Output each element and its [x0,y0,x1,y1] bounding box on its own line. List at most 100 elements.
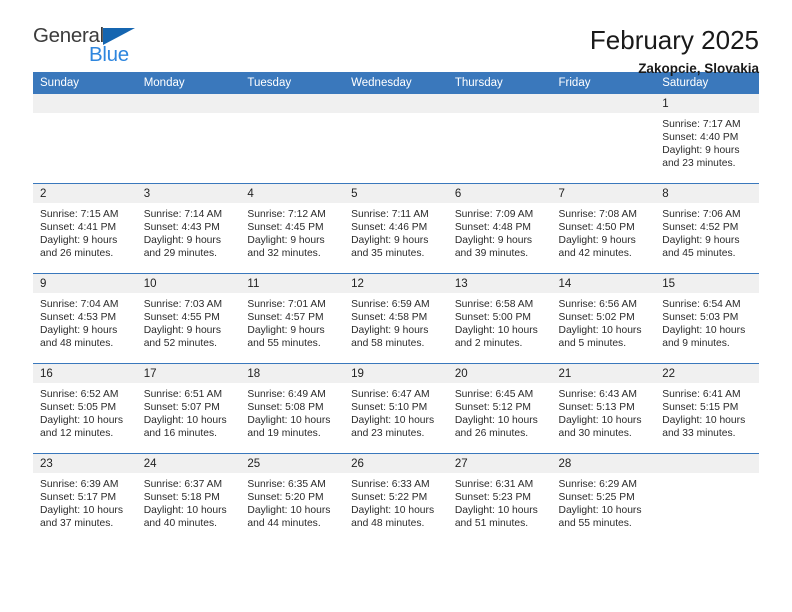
sunrise-text: Sunrise: 6:33 AM [351,479,430,490]
daylight-text: Daylight: 9 hours and 35 minutes. [351,235,429,260]
day-number: 24 [136,454,241,473]
sunset-text: Sunset: 5:12 PM [454,402,531,414]
sunset-text: Sunset: 5:17 PM [40,492,117,504]
day-details: Sunrise: 6:58 AM Sunset: 5:00 PM Daylight:… [448,293,552,350]
general-blue-logo[interactable]: General Blue [33,25,143,70]
sunrise-text: Sunrise: 6:54 AM [662,299,741,310]
sunset-text: Sunset: 5:23 PM [454,492,531,504]
calendar-day-cell[interactable]: 13 Sunrise: 6:58 AM Sunset: 5:00 PM Dayligh… [447,274,552,363]
calendar-day-cell-empty [655,454,759,543]
calendar-day-cell[interactable]: 15 Sunrise: 6:54 AM Sunset: 5:03 PM Dayligh… [655,274,759,363]
calendar-body: 1 Sunrise: 7:17 AM Sunset: 4:40 PM Daylight… [33,94,759,543]
daylight-text: Daylight: 10 hours and 5 minutes. [558,325,642,350]
calendar-day-cell[interactable]: 24 Sunrise: 6:37 AM Sunset: 5:18 PM Dayligh… [136,454,241,543]
sunset-text: Sunset: 5:25 PM [558,492,635,504]
weekday-header-wednesday: Wednesday [344,72,448,94]
calendar-day-cell[interactable]: 4 Sunrise: 7:12 AM Sunset: 4:45 PM Daylight… [240,184,345,273]
daylight-text: Daylight: 10 hours and 40 minutes. [143,505,227,530]
sunset-text: Sunset: 5:00 PM [454,312,531,324]
calendar-day-cell[interactable]: 23 Sunrise: 6:39 AM Sunset: 5:17 PM Dayligh… [33,454,137,543]
daylight-text: Daylight: 9 hours and 29 minutes. [143,235,221,260]
day-number: 4 [240,184,345,203]
daylight-text: Daylight: 9 hours and 42 minutes. [558,235,636,260]
day-details: Sunrise: 6:52 AM Sunset: 5:05 PM Daylight:… [33,383,137,440]
day-number: 13 [447,274,552,293]
sunrise-text: Sunrise: 7:12 AM [247,209,326,220]
day-number: 21 [551,364,656,383]
weekday-header-sunday: Sunday [33,72,137,94]
calendar-day-cell[interactable]: 1 Sunrise: 7:17 AM Sunset: 4:40 PM Daylight… [655,94,759,183]
sunrise-text: Sunrise: 6:51 AM [143,389,223,400]
sunrise-text: Sunrise: 6:39 AM [40,479,119,490]
day-number: 3 [136,184,241,203]
sunset-text: Sunset: 5:13 PM [558,402,635,414]
calendar-day-cell[interactable]: 5 Sunrise: 7:11 AM Sunset: 4:46 PM Daylight… [344,184,448,273]
calendar-day-cell-empty [344,94,448,183]
calendar-day-cell[interactable]: 12 Sunrise: 6:59 AM Sunset: 4:58 PM Dayligh… [344,274,448,363]
calendar-day-cell[interactable]: 6 Sunrise: 7:09 AM Sunset: 4:48 PM Daylight… [447,184,552,273]
daylight-text: Daylight: 9 hours and 32 minutes. [247,235,325,260]
day-details: Sunrise: 6:29 AM Sunset: 5:25 PM Daylight:… [552,473,656,530]
calendar-day-cell[interactable]: 10 Sunrise: 7:03 AM Sunset: 4:55 PM Dayligh… [136,274,241,363]
calendar-day-cell[interactable]: 16 Sunrise: 6:52 AM Sunset: 5:05 PM Dayligh… [33,364,137,453]
sunrise-text: Sunrise: 6:58 AM [454,299,534,310]
weekday-header-monday: Monday [136,72,241,94]
calendar-day-cell[interactable]: 17 Sunrise: 6:51 AM Sunset: 5:07 PM Dayligh… [136,364,241,453]
page-title: February 2025 [589,25,759,55]
day-number: 23 [33,454,137,473]
daylight-text: Daylight: 10 hours and 19 minutes. [247,415,331,440]
daylight-text: Daylight: 9 hours and 39 minutes. [454,235,533,260]
calendar-page: General Blue February 2025 Zakopcie, Slo… [0,0,792,612]
day-number: 27 [447,454,552,473]
day-number: 16 [33,364,137,383]
calendar-day-cell[interactable]: 27 Sunrise: 6:31 AM Sunset: 5:23 PM Dayligh… [447,454,552,543]
calendar-day-cell[interactable]: 18 Sunrise: 6:49 AM Sunset: 5:08 PM Dayligh… [240,364,345,453]
calendar-day-cell[interactable]: 26 Sunrise: 6:33 AM Sunset: 5:22 PM Dayligh… [344,454,448,543]
daylight-text: Daylight: 9 hours and 23 minutes. [662,145,740,170]
day-number [551,94,656,113]
title-block: February 2025 Zakopcie, Slovakia [590,26,759,76]
daylight-text: Daylight: 10 hours and 33 minutes. [662,415,746,440]
calendar-week-row: 16 Sunrise: 6:52 AM Sunset: 5:05 PM Dayligh… [33,363,759,454]
page-header: General Blue February 2025 Zakopcie, Slo… [33,0,759,76]
day-details: Sunrise: 7:01 AM Sunset: 4:57 PM Daylight:… [240,293,344,350]
daylight-text: Daylight: 9 hours and 55 minutes. [247,325,325,350]
calendar-day-cell[interactable]: 20 Sunrise: 6:45 AM Sunset: 5:12 PM Dayligh… [447,364,552,453]
calendar-day-cell-empty [551,94,656,183]
calendar-day-cell[interactable]: 11 Sunrise: 7:01 AM Sunset: 4:57 PM Dayligh… [240,274,345,363]
day-number: 19 [344,364,448,383]
sunrise-text: Sunrise: 6:47 AM [351,389,430,400]
day-details: Sunrise: 6:56 AM Sunset: 5:02 PM Daylight:… [552,293,656,350]
calendar-day-cell[interactable]: 3 Sunrise: 7:14 AM Sunset: 4:43 PM Daylight… [136,184,241,273]
day-number [33,94,137,113]
calendar-day-cell[interactable]: 9 Sunrise: 7:04 AM Sunset: 4:53 PM Daylight… [33,274,137,363]
sunset-text: Sunset: 4:45 PM [247,222,324,234]
sunrise-text: Sunrise: 7:08 AM [558,209,637,220]
calendar-week-row: 2 Sunrise: 7:15 AM Sunset: 4:41 PM Daylight… [33,183,759,274]
calendar-day-cell[interactable]: 25 Sunrise: 6:35 AM Sunset: 5:20 PM Dayligh… [240,454,345,543]
calendar-day-cell[interactable]: 2 Sunrise: 7:15 AM Sunset: 4:41 PM Daylight… [33,184,137,273]
sunset-text: Sunset: 4:53 PM [40,312,117,324]
daylight-text: Daylight: 9 hours and 45 minutes. [662,235,740,260]
calendar-day-cell[interactable]: 14 Sunrise: 6:56 AM Sunset: 5:02 PM Dayligh… [551,274,656,363]
day-number: 8 [655,184,759,203]
daylight-text: Daylight: 9 hours and 26 minutes. [40,235,118,260]
sunrise-text: Sunrise: 6:35 AM [247,479,326,490]
day-number: 28 [551,454,656,473]
calendar-day-cell-empty [136,94,241,183]
sunrise-text: Sunrise: 7:09 AM [454,209,534,220]
sunset-text: Sunset: 4:58 PM [351,312,428,324]
calendar-table: Sunday Monday Tuesday Wednesday Thursday Frid… [33,72,759,543]
daylight-text: Daylight: 9 hours and 58 minutes. [351,325,429,350]
sunset-text: Sunset: 5:08 PM [247,402,324,414]
day-details: Sunrise: 7:11 AM Sunset: 4:46 PM Daylight:… [344,203,448,260]
calendar-day-cell[interactable]: 22 Sunrise: 6:41 AM Sunset: 5:15 PM Dayligh… [655,364,759,453]
day-number: 7 [551,184,656,203]
calendar-day-cell[interactable]: 21 Sunrise: 6:43 AM Sunset: 5:13 PM Dayligh… [551,364,656,453]
calendar-day-cell[interactable]: 19 Sunrise: 6:47 AM Sunset: 5:10 PM Dayligh… [344,364,448,453]
day-details: Sunrise: 6:49 AM Sunset: 5:08 PM Daylight:… [240,383,344,440]
calendar-day-cell[interactable]: 28 Sunrise: 6:29 AM Sunset: 5:25 PM Dayligh… [551,454,656,543]
daylight-text: Daylight: 10 hours and 30 minutes. [558,415,642,440]
calendar-day-cell[interactable]: 8 Sunrise: 7:06 AM Sunset: 4:52 PM Daylight… [655,184,759,273]
calendar-day-cell[interactable]: 7 Sunrise: 7:08 AM Sunset: 4:50 PM Daylight… [551,184,656,273]
